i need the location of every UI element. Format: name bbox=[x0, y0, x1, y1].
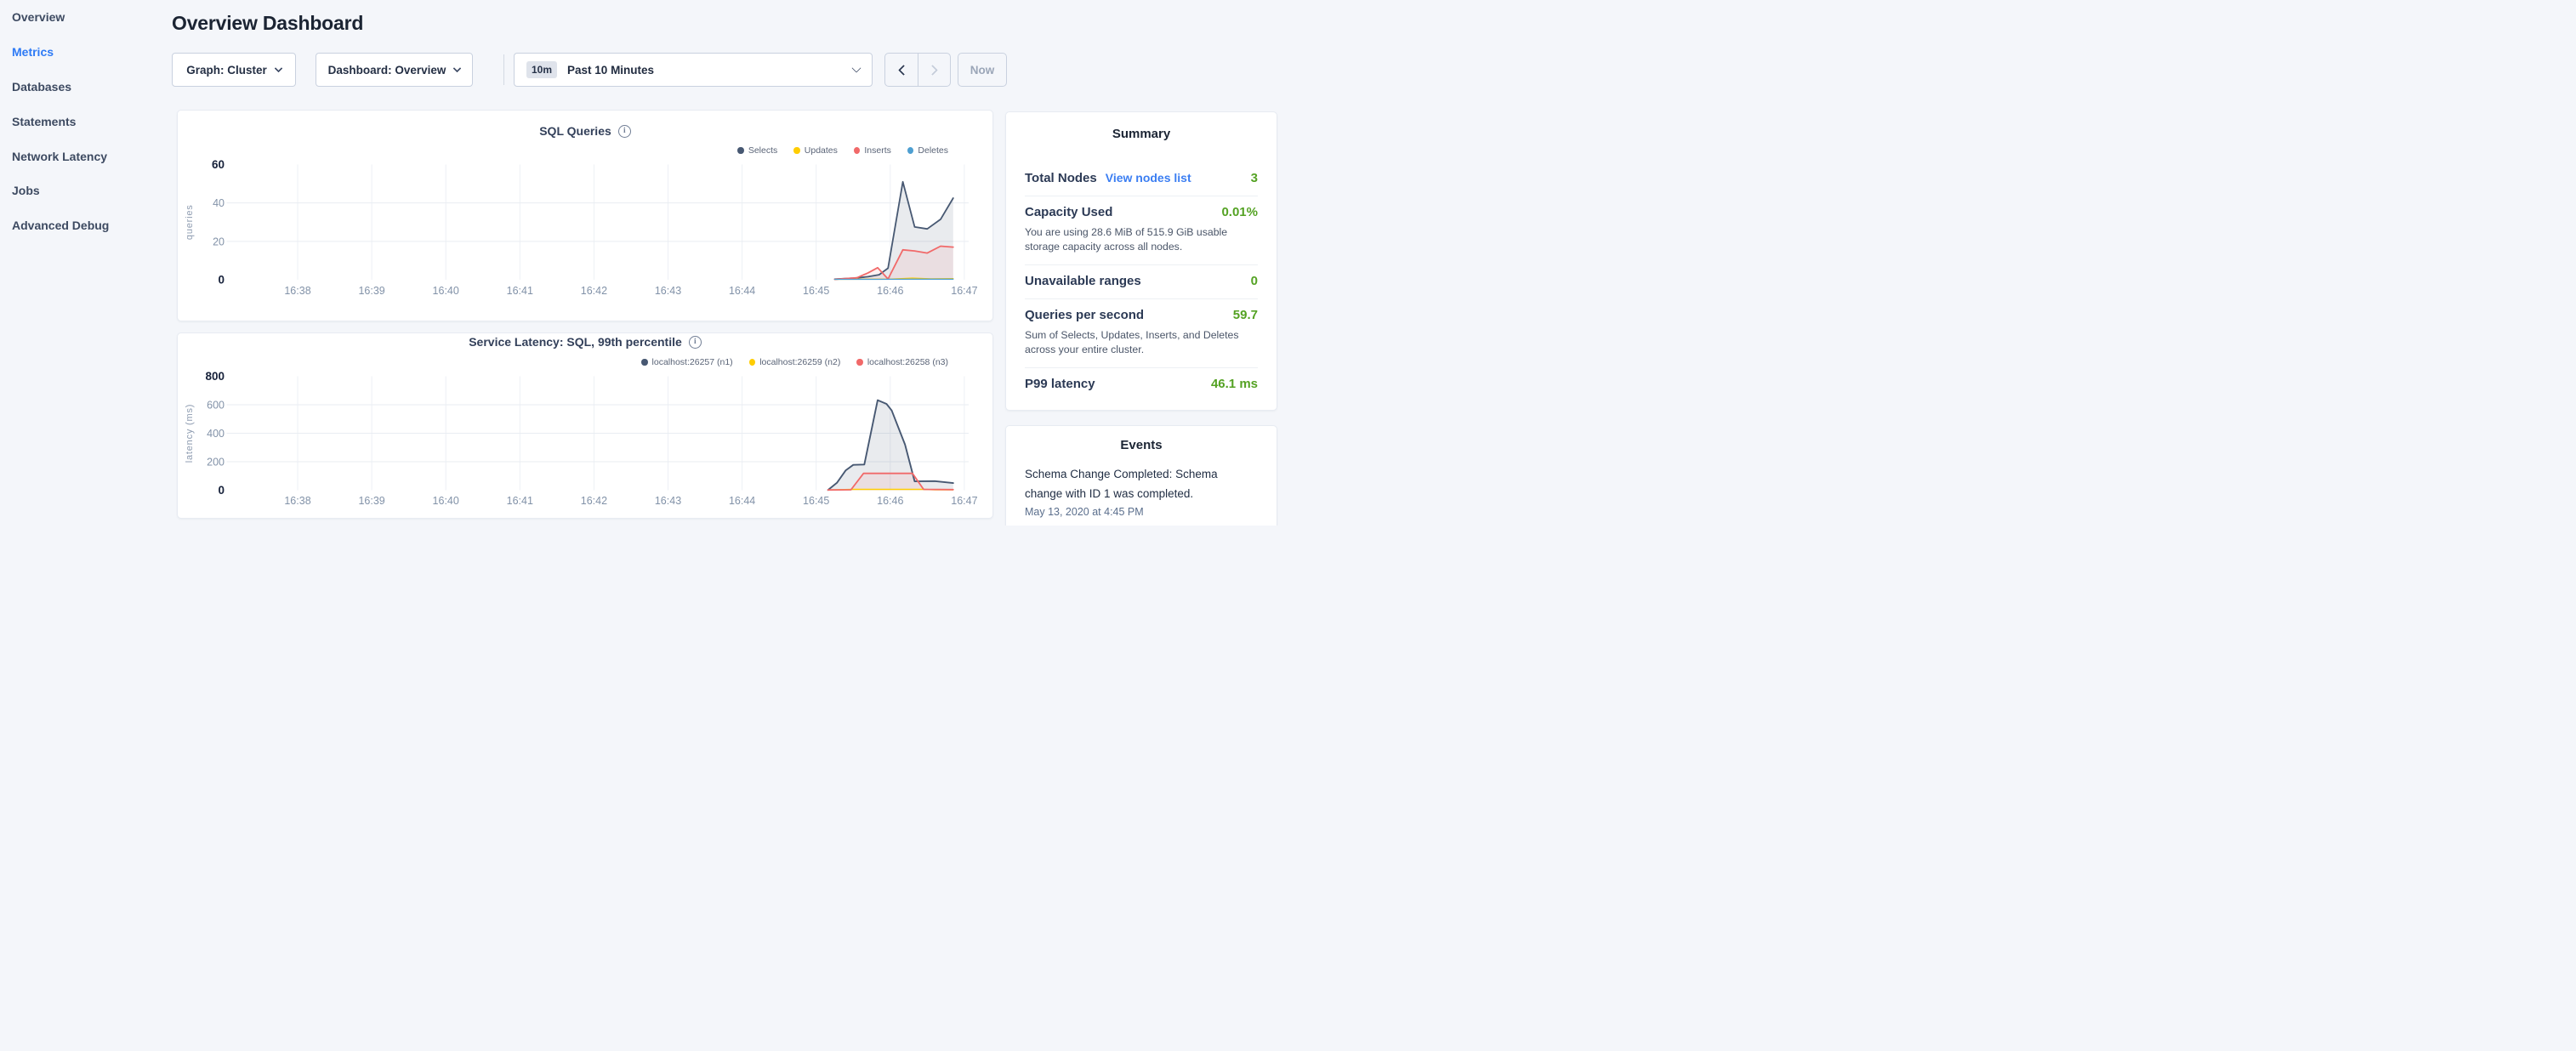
event-item-timestamp: May 13, 2020 at 4:45 PM bbox=[1025, 506, 1258, 518]
y-axis-tick-label: 40 bbox=[213, 197, 225, 209]
graph-dropdown[interactable]: Graph: Cluster bbox=[172, 53, 296, 87]
y-axis-tick-label: 0 bbox=[218, 274, 225, 287]
x-axis-tick-label: 16:44 bbox=[729, 495, 755, 507]
y-axis-tick-label: 0 bbox=[218, 484, 225, 497]
summary-row-label: Total Nodes bbox=[1025, 171, 1097, 185]
chevron-left-icon bbox=[898, 65, 909, 76]
summary-row-value: 59.7 bbox=[1233, 308, 1258, 322]
x-axis-tick-label: 16:42 bbox=[581, 495, 607, 507]
x-axis-tick-label: 16:43 bbox=[655, 495, 681, 507]
summary-row-label: Unavailable ranges bbox=[1025, 274, 1141, 288]
events-panel: Events Schema Change Completed: Schema c… bbox=[1005, 425, 1277, 526]
chevron-down-icon bbox=[453, 64, 462, 72]
y-axis-tick-label: 20 bbox=[213, 236, 225, 247]
summary-panel: Summary Total Nodes View nodes list 3 Ca… bbox=[1005, 111, 1277, 411]
sidebar-item-databases[interactable]: Databases bbox=[0, 70, 170, 105]
chevron-down-icon bbox=[851, 63, 861, 72]
summary-title: Summary bbox=[1025, 127, 1258, 141]
y-axis-tick-label: 60 bbox=[212, 158, 225, 171]
x-axis-tick-label: 16:43 bbox=[655, 285, 681, 297]
x-axis-tick-label: 16:46 bbox=[877, 285, 903, 297]
chevron-down-icon bbox=[274, 64, 282, 72]
toolbar-divider bbox=[503, 54, 504, 85]
summary-row-queries-per-second: Queries per second 59.7 Sum of Selects, … bbox=[1025, 298, 1258, 367]
y-axis-tick-label: 400 bbox=[207, 428, 225, 440]
page-title: Overview Dashboard bbox=[172, 12, 363, 35]
sidebar-item-metrics[interactable]: Metrics bbox=[0, 35, 170, 70]
service-latency-chart-plot[interactable]: 0 200 400 600 800 16:38 16:39 16:40 16:41 16:42 16… bbox=[178, 333, 992, 518]
sidebar-item-network-latency[interactable]: Network Latency bbox=[0, 139, 170, 173]
x-axis-tick-label: 16:39 bbox=[358, 495, 384, 507]
prev-time-button[interactable] bbox=[885, 54, 918, 86]
event-item-text: Schema Change Completed: Schema change w… bbox=[1025, 464, 1258, 503]
x-axis-tick-label: 16:40 bbox=[433, 285, 459, 297]
summary-row-total-nodes: Total Nodes View nodes list 3 bbox=[1025, 162, 1258, 196]
summary-row-value: 46.1 ms bbox=[1211, 377, 1258, 391]
x-axis-tick-label: 16:46 bbox=[877, 495, 903, 507]
sidebar-item-overview[interactable]: Overview bbox=[0, 0, 170, 35]
time-range-badge: 10m bbox=[526, 61, 557, 78]
y-axis-title: queries bbox=[185, 204, 195, 240]
x-axis-tick-label: 16:38 bbox=[284, 285, 310, 297]
summary-row-value: 0 bbox=[1251, 274, 1258, 288]
x-axis-tick-label: 16:39 bbox=[358, 285, 384, 297]
app-canvas: Overview Metrics Databases Statements Ne… bbox=[0, 0, 1288, 526]
x-axis-tick-label: 16:41 bbox=[507, 285, 533, 297]
x-axis-tick-label: 16:45 bbox=[803, 285, 829, 297]
sql-queries-chart-card: SQL Queries i SelectsUpdatesInsertsDelet… bbox=[177, 110, 993, 321]
summary-row-label: Queries per second bbox=[1025, 308, 1144, 322]
summary-row-label: P99 latency bbox=[1025, 377, 1095, 391]
summary-row-subtext: You are using 28.6 MiB of 515.9 GiB usab… bbox=[1025, 225, 1258, 254]
sidebar-item-jobs[interactable]: Jobs bbox=[0, 173, 170, 208]
graph-dropdown-value: Graph: Cluster bbox=[186, 64, 267, 77]
next-time-button[interactable] bbox=[918, 54, 950, 86]
chevron-right-icon bbox=[927, 65, 938, 76]
events-title: Events bbox=[1025, 438, 1258, 452]
x-axis-tick-label: 16:45 bbox=[803, 495, 829, 507]
summary-row-capacity-used: Capacity Used 0.01% You are using 28.6 M… bbox=[1025, 196, 1258, 264]
summary-row-p99-latency: P99 latency 46.1 ms bbox=[1025, 367, 1258, 401]
sidebar-item-advanced-debug[interactable]: Advanced Debug bbox=[0, 208, 170, 243]
sql-queries-chart-plot[interactable]: 0 20 40 60 16:38 16:39 16:40 16:41 16:42 16:43 16:… bbox=[178, 111, 992, 321]
x-axis-tick-label: 16:44 bbox=[729, 285, 755, 297]
y-axis-title: latency (ms) bbox=[185, 404, 195, 463]
time-range-label: Past 10 Minutes bbox=[567, 64, 654, 77]
x-axis-tick-label: 16:40 bbox=[433, 495, 459, 507]
x-axis-tick-label: 16:38 bbox=[284, 495, 310, 507]
dashboard-dropdown-value: Dashboard: Overview bbox=[328, 64, 446, 77]
summary-row-label: Capacity Used bbox=[1025, 205, 1112, 219]
summary-rows: Total Nodes View nodes list 3 Capacity U… bbox=[1025, 162, 1258, 401]
time-step-buttons bbox=[884, 53, 951, 87]
y-axis-tick-label: 200 bbox=[207, 457, 225, 469]
view-nodes-list-link[interactable]: View nodes list bbox=[1106, 171, 1191, 185]
time-range-dropdown[interactable]: 10m Past 10 Minutes bbox=[514, 53, 873, 87]
sidebar-item-statements[interactable]: Statements bbox=[0, 104, 170, 139]
dashboard-dropdown[interactable]: Dashboard: Overview bbox=[316, 53, 473, 87]
summary-row-subtext: Sum of Selects, Updates, Inserts, and De… bbox=[1025, 328, 1258, 357]
sidebar: Overview Metrics Databases Statements Ne… bbox=[0, 0, 170, 243]
summary-row-value: 0.01% bbox=[1221, 205, 1258, 219]
summary-row-unavailable-ranges: Unavailable ranges 0 bbox=[1025, 264, 1258, 298]
service-latency-chart-card: Service Latency: SQL, 99th percentile i … bbox=[177, 332, 993, 519]
x-axis-tick-label: 16:47 bbox=[951, 495, 977, 507]
summary-row-value: 3 bbox=[1251, 171, 1258, 185]
x-axis-tick-label: 16:47 bbox=[951, 285, 977, 297]
y-axis-tick-label: 800 bbox=[205, 370, 225, 383]
y-axis-tick-label: 600 bbox=[207, 400, 225, 412]
now-button[interactable]: Now bbox=[958, 53, 1007, 87]
x-axis-tick-label: 16:41 bbox=[507, 495, 533, 507]
x-axis-tick-label: 16:42 bbox=[581, 285, 607, 297]
